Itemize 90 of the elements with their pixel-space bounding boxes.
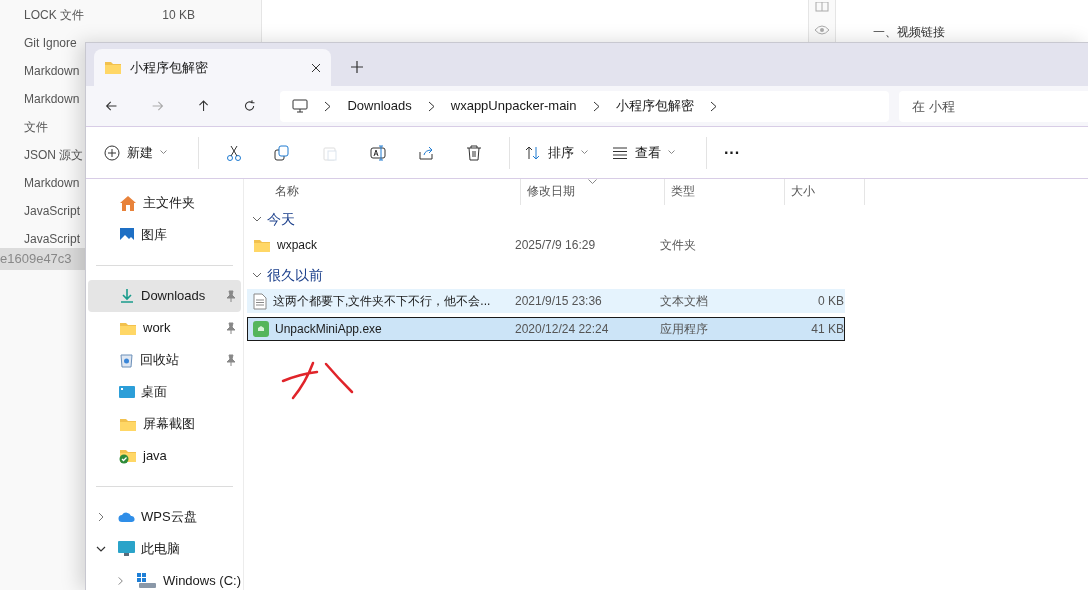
cloud-icon [118,511,135,523]
file-row[interactable]: 这两个都要下,文件夹不下不行，他不会... 2021/9/15 23:36 文本文档 0 KB [247,289,845,313]
recycle-bin-icon [119,352,134,368]
caret-icon [581,150,588,155]
share-icon[interactable] [418,144,434,161]
desktop-icon [119,385,135,399]
folder-icon [253,237,271,253]
download-icon [119,288,135,304]
date-text: 2025/7/9 16:29 [514,237,597,254]
chevron-right-icon [709,100,717,112]
file-type-text: JavaScript [24,231,81,248]
sidebar-item[interactable]: 图库 [88,219,241,251]
sidebar-item[interactable]: Windows (C:) [88,565,241,590]
date-text: 2021/9/15 23:36 [514,293,603,310]
chevron-right-icon[interactable] [96,512,106,522]
sidebar-item[interactable]: 主文件夹 [88,187,241,219]
drive-icon [137,573,157,589]
up-icon[interactable] [197,98,211,114]
folder-icon [104,60,122,75]
file-name: UnpackMiniApp.exe [275,321,382,338]
add-tab-icon[interactable] [351,61,363,73]
chevron-right-icon [324,100,332,112]
sidebar-item[interactable]: Downloads [88,280,241,312]
toolbar-button[interactable]: 查看 [608,134,679,171]
file-type-text: Markdown [24,63,80,80]
file-type-text: Markdown [24,175,80,192]
column-header[interactable]: 名称 [247,179,521,205]
tab[interactable]: 小程序包解密 [94,49,331,86]
sidebar-item[interactable]: 桌面 [88,376,241,408]
type-text: 文件夹 [659,237,697,254]
monitor-icon [118,541,135,557]
breadcrumb[interactable]: Downloads [347,96,412,116]
group-header[interactable]: 今天 [247,205,1088,233]
app-icon [253,321,269,337]
more-button[interactable]: ··· [720,144,744,161]
file-name: 这两个都要下,文件夹不下不行，他不会... [273,293,491,310]
chevron-right-icon [427,100,435,112]
text-file-icon [253,292,267,310]
copy-icon[interactable] [274,144,290,161]
chevron-right-icon [592,100,600,112]
date-text: 2020/12/24 22:24 [514,321,610,338]
sidebar-item[interactable]: java [88,440,241,472]
file-type-text: JSON 源文 [24,147,84,164]
file-type-text: Git Ignore [24,35,77,52]
sidebar-item[interactable]: work [88,312,241,344]
plus-icon [104,144,120,161]
file-row[interactable]: UnpackMiniApp.exe 2020/12/24 22:24 应用程序 41 KB [247,317,845,341]
gallery-icon [119,227,135,243]
sort-caret-icon [588,179,597,184]
file-type-text: Markdown [24,91,80,108]
folder-check-icon [119,448,137,464]
file-name: wxpack [277,237,317,254]
breadcrumb[interactable]: wxappUnpacker-main [450,96,577,116]
folder-icon [119,416,137,432]
home-icon [119,194,137,212]
rename-icon[interactable] [370,144,386,161]
column-header[interactable]: 类型 [665,179,785,205]
folder-icon [119,320,137,336]
list-icon [612,144,628,161]
size-text: 0 KB [817,293,844,310]
column-header[interactable]: 大小 [785,179,865,205]
caret-icon [160,150,167,155]
heading-text: 一、视频链接 [873,26,946,39]
type-text: 应用程序 [659,321,709,338]
monitor-icon [292,99,309,113]
chevron-down-icon [252,272,262,278]
close-icon[interactable] [311,62,321,73]
sidebar-item[interactable]: WPS云盘 [88,501,241,533]
search-field[interactable]: 在 小程 [899,90,1088,122]
sidebar-item[interactable]: 此电脑 [88,533,241,565]
toolbar-button[interactable]: 新建 [100,134,171,171]
address-bar[interactable]: Downloads wxappUnpacker-main 小程序包解密 [280,90,889,122]
sidebar-item[interactable]: 屏幕截图 [88,408,241,440]
file-type-text: 文件 [24,119,48,136]
breadcrumb[interactable]: 小程序包解密 [615,96,694,116]
sidebar-item[interactable]: 回收站 [88,344,241,376]
sort-icon [525,144,541,161]
file-type-text: LOCK 文件 [24,7,84,24]
refresh-icon[interactable] [243,98,257,114]
file-type-text: JavaScript [24,203,81,220]
type-text: 文本文档 [659,293,709,310]
caret-icon [668,150,675,155]
size-text: 41 KB [810,321,844,338]
toolbar-button[interactable]: 排序 [521,134,592,171]
chevron-down-icon [252,216,262,222]
scissors-icon[interactable] [226,144,242,161]
column-header[interactable]: 修改日期 [521,179,665,205]
file-size-text: 10 KB [162,7,195,24]
chevron-down-icon[interactable] [96,544,106,554]
trash-icon[interactable] [466,144,482,161]
